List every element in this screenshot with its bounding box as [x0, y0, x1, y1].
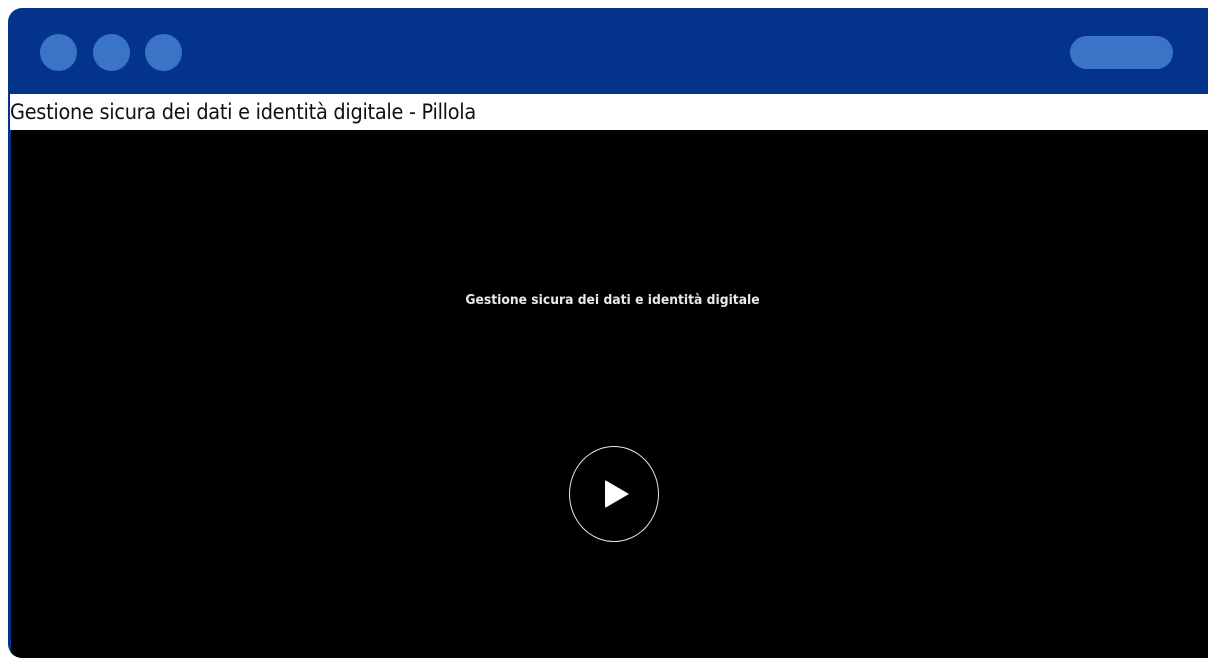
browser-window: Gestione sicura dei dati e identità digi…: [8, 8, 1208, 658]
video-player[interactable]: Gestione sicura dei dati e identità digi…: [11, 130, 1208, 658]
window-control-dot[interactable]: [40, 34, 77, 71]
play-button[interactable]: [569, 446, 659, 542]
page-title: Gestione sicura dei dati e identità digi…: [10, 100, 476, 124]
window-control-dot[interactable]: [93, 34, 130, 71]
window-titlebar: [8, 8, 1208, 94]
play-icon: [605, 480, 629, 508]
titlebar-pill-button[interactable]: [1070, 36, 1173, 69]
window-control-dot[interactable]: [145, 34, 182, 71]
video-caption: Gestione sicura dei dati e identità digi…: [465, 293, 760, 308]
page-header: Gestione sicura dei dati e identità digi…: [10, 94, 1208, 130]
